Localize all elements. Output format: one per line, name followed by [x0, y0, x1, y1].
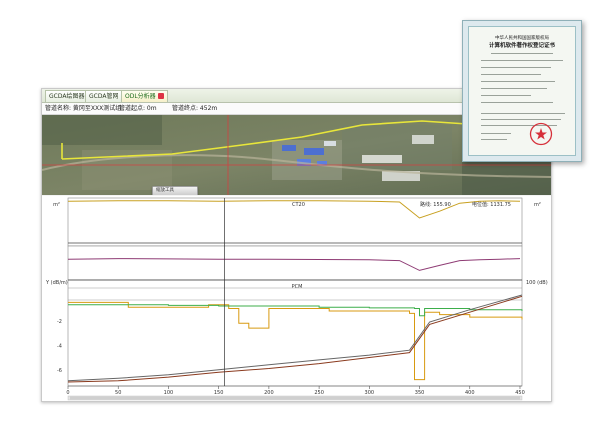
plot3-right-axis-label: 100 (dB): [526, 280, 548, 286]
certificate-title: 计算机软件著作权登记证书: [488, 43, 555, 49]
x-axis-tick-label: 400: [465, 390, 475, 396]
x-axis-tick-label: 0: [66, 390, 69, 396]
plot1-readout-right: 电位值: 1131.75: [472, 201, 511, 208]
tab-odl-analyzer[interactable]: ODL分析器: [121, 90, 168, 102]
official-seal-icon: [529, 122, 553, 146]
x-axis-tick-label: 300: [365, 390, 375, 396]
tab-label: ODL分析器: [125, 93, 156, 100]
x-axis-tick-label: 50: [115, 390, 121, 396]
plot3-y-tick: -2: [57, 319, 62, 325]
x-axis-tick-label: 200: [264, 390, 274, 396]
plot1-readout-mid: 路线: 155.90: [420, 201, 451, 208]
tab-gcda-network[interactable]: GCDA管网: [85, 90, 123, 102]
scrollbar-thumb: [70, 396, 520, 400]
pipe-start: 管道起点: 0m: [119, 105, 157, 112]
plot3-y-tick: -6: [57, 368, 62, 374]
plots-canvas: m² m² CT20 路线: 155.90 电位值: 1131.75 Y (dB/m) 10…: [45, 197, 548, 401]
x-axis-tick-label: 350: [415, 390, 425, 396]
plot3-panel-label: PCM: [292, 284, 303, 290]
pipe-end: 管道终点: 452m: [172, 105, 218, 112]
plot1-right-unit: m²: [534, 202, 541, 208]
pipe-name: 管道名称: 黄冈至XXX测试组: [45, 105, 122, 112]
plot3-y-tick: -4: [57, 343, 62, 349]
tab-label: GCDA绘图器: [49, 93, 85, 100]
plot2-frame: [67, 245, 523, 281]
x-axis-tick-label: 150: [214, 390, 224, 396]
tab-gcda-plotter[interactable]: GCDA绘图器: [45, 90, 89, 102]
plot1-readout-left: CT20: [292, 202, 305, 208]
signal-plots[interactable]: m² m² CT20 路线: 155.90 电位值: 1131.75 Y (dB/m) 10…: [42, 196, 551, 401]
x-axis-tick-label: 250: [314, 390, 324, 396]
copyright-certificate: 中华人民共和国国家版权局 计算机软件著作权登记证书: [462, 20, 582, 162]
x-axis-tick-label: 450: [515, 390, 525, 396]
plot3-left-axis-label: Y (dB/m): [45, 280, 68, 286]
x-axis-tick-label: 100: [164, 390, 174, 396]
plot3-frame: [67, 279, 523, 387]
zoom-tool-title: 缩放工具: [153, 187, 197, 195]
plot1-left-unit: m²: [53, 202, 60, 208]
tab-label: GCDA管网: [89, 93, 119, 100]
tab-close-icon[interactable]: [157, 93, 164, 99]
certificate-paper: 中华人民共和国国家版权局 计算机软件著作权登记证书: [468, 26, 576, 156]
zoom-tool-panel: 缩放工具 + - □: [152, 186, 198, 195]
